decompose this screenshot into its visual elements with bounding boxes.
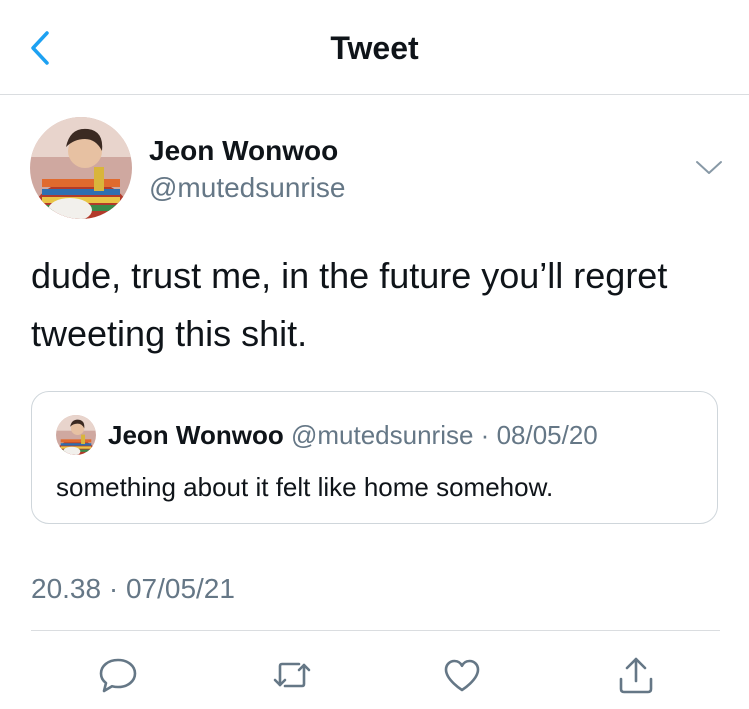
author-handle[interactable]: @mutedsunrise [149, 172, 346, 204]
like-button[interactable] [440, 655, 484, 695]
quoted-author-handle: @mutedsunrise [290, 420, 474, 450]
tweet-timestamp: 20.38 · 07/05/21 [31, 573, 235, 604]
page-title: Tweet [330, 30, 419, 66]
author-name[interactable]: Jeon Wonwoo [149, 135, 338, 167]
top-bar: Tweet [0, 0, 749, 95]
share-button[interactable] [614, 655, 658, 695]
quoted-avatar [56, 415, 96, 455]
quoted-tweet-card[interactable]: Jeon Wonwoo @mutedsunrise · 08/05/20 som… [31, 391, 718, 524]
retweet-button[interactable] [270, 655, 314, 695]
heart-icon [442, 657, 482, 693]
reply-button[interactable] [96, 655, 140, 695]
retweet-icon [272, 657, 312, 693]
share-icon [617, 655, 655, 695]
more-options-button[interactable] [692, 155, 726, 185]
avatar[interactable] [30, 117, 132, 219]
quoted-date: 08/05/20 [496, 420, 598, 450]
reply-icon [98, 656, 138, 694]
quoted-separator: · [473, 420, 497, 450]
quoted-author-name: Jeon Wonwoo [108, 420, 284, 450]
tweet-text: dude, trust me, in the future you’ll reg… [31, 255, 668, 354]
chevron-down-icon [695, 160, 723, 181]
quoted-tweet-text: something about it felt like home someho… [56, 472, 554, 502]
quoted-tweet-header: Jeon Wonwoo @mutedsunrise · 08/05/20 [108, 420, 598, 451]
divider [31, 630, 720, 631]
